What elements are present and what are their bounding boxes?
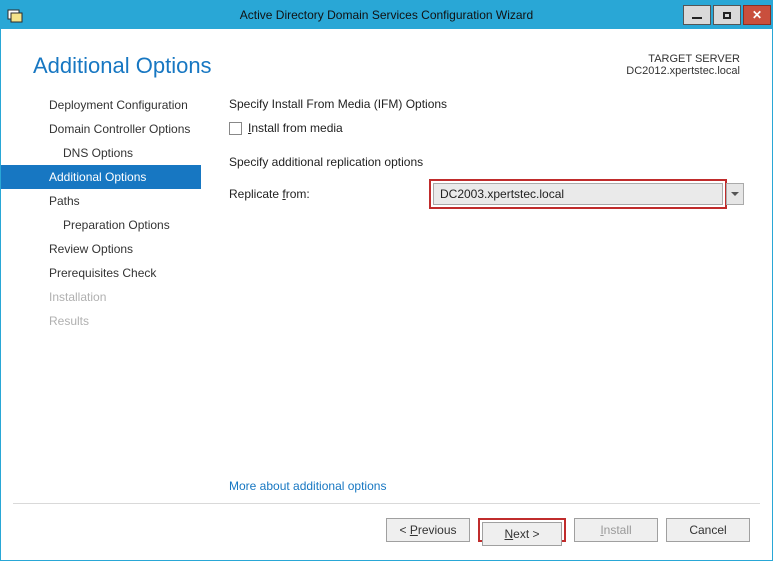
chevron-down-icon — [731, 190, 739, 198]
target-server-label: TARGET SERVER — [626, 53, 740, 65]
replicate-from-row: Replicate from: DC2003.xpertstec.local — [229, 179, 744, 209]
nav-domain-controller-options[interactable]: Domain Controller Options — [27, 117, 201, 141]
next-button[interactable]: Next > — [482, 522, 562, 546]
wizard-nav: Deployment Configuration Domain Controll… — [1, 89, 201, 503]
install-from-media-row: Install from media — [229, 121, 744, 135]
replicate-from-combo[interactable]: DC2003.xpertstec.local — [433, 183, 723, 205]
header: Additional Options TARGET SERVER DC2012.… — [1, 29, 772, 89]
nav-prerequisites-check[interactable]: Prerequisites Check — [27, 261, 201, 285]
install-from-media-checkbox[interactable] — [229, 122, 242, 135]
content-pane: Specify Install From Media (IFM) Options… — [201, 89, 772, 503]
replicate-from-value: DC2003.xpertstec.local — [440, 187, 564, 201]
nav-preparation-options[interactable]: Preparation Options — [27, 213, 201, 237]
target-server-value: DC2012.xpertstec.local — [626, 65, 740, 77]
titlebar: Active Directory Domain Services Configu… — [1, 1, 772, 29]
body: Deployment Configuration Domain Controll… — [1, 89, 772, 503]
replicate-from-dropdown-button[interactable] — [726, 183, 744, 205]
nav-review-options[interactable]: Review Options — [27, 237, 201, 261]
nav-dns-options[interactable]: DNS Options — [27, 141, 201, 165]
wizard-window: Active Directory Domain Services Configu… — [0, 0, 773, 561]
nav-results: Results — [27, 309, 201, 333]
window-body: Additional Options TARGET SERVER DC2012.… — [1, 29, 772, 560]
maximize-button[interactable] — [713, 5, 741, 25]
nav-installation: Installation — [27, 285, 201, 309]
cancel-button[interactable]: Cancel — [666, 518, 750, 542]
replicate-from-highlight: DC2003.xpertstec.local — [429, 179, 727, 209]
footer: < Previous Next > Install Cancel — [1, 504, 772, 560]
page-title: Additional Options — [33, 53, 212, 79]
previous-button[interactable]: < Previous — [386, 518, 470, 542]
next-button-highlight: Next > — [478, 518, 566, 542]
nav-paths[interactable]: Paths — [27, 189, 201, 213]
more-about-link[interactable]: More about additional options — [229, 479, 386, 493]
ifm-heading: Specify Install From Media (IFM) Options — [229, 97, 744, 111]
install-button: Install — [574, 518, 658, 542]
nav-additional-options[interactable]: Additional Options — [1, 165, 201, 189]
nav-deployment-configuration[interactable]: Deployment Configuration — [27, 93, 201, 117]
window-title: Active Directory Domain Services Configu… — [1, 8, 772, 22]
app-icon — [7, 7, 23, 23]
minimize-button[interactable] — [683, 5, 711, 25]
install-from-media-label: Install from media — [248, 121, 343, 135]
window-controls: ✕ — [682, 5, 772, 25]
target-server: TARGET SERVER DC2012.xpertstec.local — [626, 53, 740, 77]
replicate-from-label: Replicate from: — [229, 187, 429, 201]
close-button[interactable]: ✕ — [743, 5, 771, 25]
replication-heading: Specify additional replication options — [229, 155, 744, 169]
